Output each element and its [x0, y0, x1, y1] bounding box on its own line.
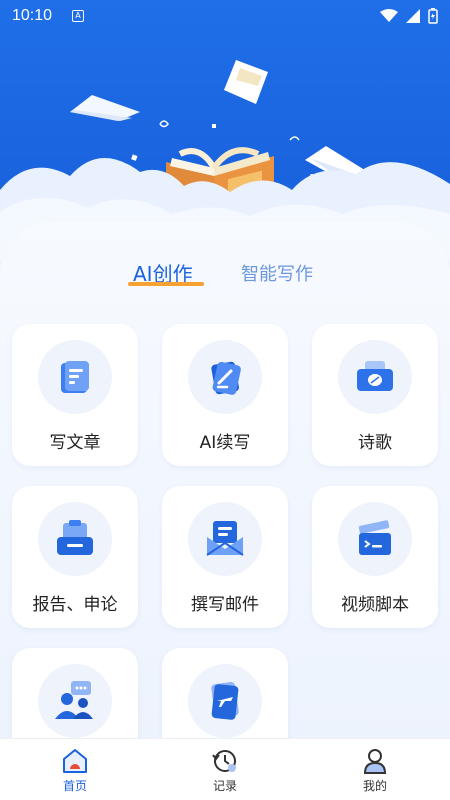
hero-banner: [0, 0, 450, 260]
report-icon: [57, 520, 93, 555]
feature-label: 写文章: [49, 433, 101, 453]
nav-home[interactable]: 首页: [0, 739, 150, 800]
feature-card-chat[interactable]: [12, 648, 138, 738]
feature-card-ai-continue[interactable]: AI续写: [162, 324, 288, 466]
email-icon: [206, 521, 244, 556]
profile-icon: [363, 749, 387, 774]
active-tab-indicator: [128, 282, 204, 286]
icon-circle: [188, 502, 262, 576]
chat-people-icon: [55, 681, 93, 719]
feature-card-email[interactable]: 撰写邮件: [162, 486, 288, 628]
nav-label: 首页: [62, 779, 87, 793]
nav-label: 我的: [362, 779, 387, 793]
icon-circle: [38, 502, 112, 576]
video-script-icon: [358, 520, 391, 555]
travel-ticket-icon: [211, 682, 239, 720]
continue-writing-icon: [211, 361, 241, 395]
wifi-icon: [380, 9, 398, 22]
feature-label: 撰写邮件: [191, 595, 259, 615]
battery-icon: [428, 8, 438, 24]
home-icon: [63, 749, 87, 773]
signal-icon: [406, 9, 420, 23]
category-tabs: AI创作 智能写作: [0, 258, 450, 298]
feature-card-report[interactable]: 报告、申论: [12, 486, 138, 628]
nav-history[interactable]: 记录: [150, 739, 300, 800]
feature-card-write-article[interactable]: 写文章: [12, 324, 138, 466]
icon-circle: [188, 340, 262, 414]
nav-label: 记录: [212, 779, 237, 793]
status-bar: 10:10 A: [0, 0, 450, 32]
icon-circle: [188, 664, 262, 738]
a-letter-icon: A: [72, 10, 85, 22]
icon-circle: [338, 502, 412, 576]
icon-circle: [338, 340, 412, 414]
icon-circle: [38, 664, 112, 738]
status-time: 10:10: [12, 7, 53, 24]
tab-smart-writing[interactable]: 智能写作: [241, 260, 313, 286]
feature-label: 视频脚本: [341, 595, 409, 615]
book-illustration: [0, 60, 450, 260]
feature-card-video-script[interactable]: 视频脚本: [312, 486, 438, 628]
feature-label: 报告、申论: [32, 595, 118, 615]
nav-profile[interactable]: 我的: [300, 739, 450, 800]
icon-circle: [38, 340, 112, 414]
history-icon: [212, 750, 236, 772]
feature-label: AI续写: [199, 433, 251, 453]
feature-card-poetry[interactable]: 诗歌: [312, 324, 438, 466]
feature-card-travel[interactable]: [162, 648, 288, 738]
bottom-navigation: 首页 记录 我的: [0, 738, 450, 800]
feature-label: 诗歌: [358, 433, 392, 453]
main-panel: AI创作 智能写作 写文章 AI续写 诗歌 报告、申论 撰写邮件 视频脚本: [0, 222, 450, 738]
article-icon: [61, 361, 89, 393]
poetry-icon: [357, 361, 393, 391]
